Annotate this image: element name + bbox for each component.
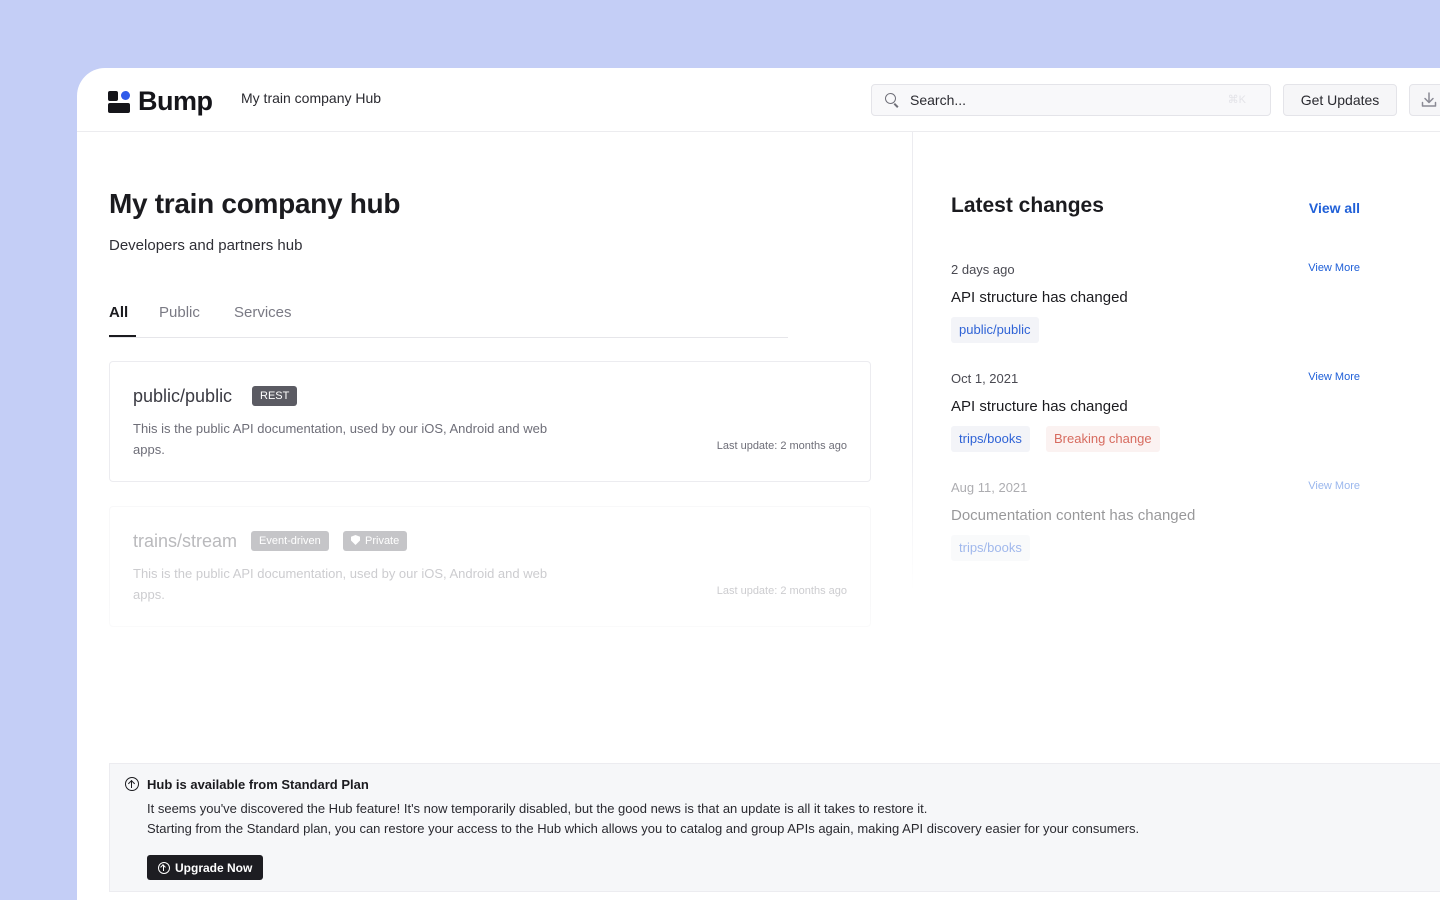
- tab-services[interactable]: Services: [234, 304, 292, 321]
- banner-title: Hub is available from Standard Plan: [147, 777, 369, 792]
- change-date: 2 days ago: [951, 262, 1015, 277]
- change-date: Oct 1, 2021: [951, 371, 1019, 386]
- search-icon: [884, 92, 900, 108]
- api-last-update: Last update: 2 months ago: [716, 585, 847, 597]
- get-updates-button[interactable]: Get Updates: [1283, 84, 1397, 116]
- hub-window: Bump My train company Hub ⌘K Get Updates…: [77, 68, 1440, 900]
- change-item: Oct 1, 2021 View More API structure has …: [951, 371, 1361, 471]
- change-date: Aug 11, 2021: [951, 480, 1028, 495]
- search-shortcut: ⌘K: [1227, 94, 1246, 106]
- breaking-change-tag: Breaking change: [1046, 426, 1160, 452]
- banner-message: It seems you've discovered the Hub featu…: [147, 801, 928, 816]
- api-name: trains/stream: [133, 531, 238, 551]
- top-bar: Bump My train company Hub ⌘K Get Updates: [77, 68, 1440, 132]
- change-title: API structure has changed: [951, 289, 1128, 306]
- arrow-up-circle-icon: [125, 777, 139, 791]
- shield-icon: [351, 535, 360, 545]
- event-driven-badge: Event-driven: [251, 531, 329, 551]
- upgrade-now-label: Upgrade Now: [175, 860, 253, 875]
- change-title: API structure has changed: [951, 398, 1128, 415]
- upgrade-now-button[interactable]: Upgrade Now: [147, 855, 264, 880]
- arrow-up-circle-icon: [158, 861, 170, 874]
- view-more-link[interactable]: View More: [1308, 480, 1360, 492]
- view-more-link[interactable]: View More: [1308, 262, 1360, 274]
- latest-changes-title: Latest changes: [951, 194, 1104, 217]
- upgrade-banner: Hub is available from Standard Plan It s…: [109, 763, 1440, 892]
- rest-badge: REST: [252, 386, 298, 406]
- banner-message: Starting from the Standard plan, you can…: [147, 821, 1140, 836]
- download-icon: [1421, 92, 1437, 107]
- search-box[interactable]: ⌘K: [871, 84, 1271, 116]
- api-description: This is the public API documentation, us…: [133, 421, 548, 457]
- api-tag[interactable]: public/public: [951, 317, 1039, 343]
- api-last-update: Last update: 2 months ago: [716, 440, 847, 452]
- bump-logo-icon: [108, 90, 132, 113]
- api-tag[interactable]: trips/books: [951, 426, 1030, 452]
- view-more-link[interactable]: View More: [1308, 371, 1360, 383]
- change-title: Documentation content has changed: [951, 507, 1196, 524]
- tab-public[interactable]: Public: [159, 304, 200, 321]
- page-subtitle: Developers and partners hub: [109, 237, 303, 254]
- download-button[interactable]: [1409, 84, 1440, 116]
- search-input[interactable]: [910, 92, 1210, 108]
- change-item: Aug 11, 2021 View More Documentation con…: [951, 480, 1361, 580]
- brand-name: Bump: [138, 86, 213, 116]
- api-card[interactable]: public/public REST This is the public AP…: [109, 361, 871, 482]
- list-fade: [109, 598, 909, 688]
- private-badge: Private: [343, 531, 408, 551]
- bump-logo[interactable]: Bump: [108, 86, 213, 117]
- active-tab-indicator: [109, 335, 136, 337]
- tab-all[interactable]: All: [109, 304, 128, 321]
- api-name: public/public: [133, 386, 233, 406]
- api-tag[interactable]: trips/books: [951, 535, 1030, 561]
- change-item: 2 days ago View More API structure has c…: [951, 262, 1361, 362]
- page-title: My train company hub: [109, 188, 401, 219]
- hub-tabs: All Public Services: [109, 304, 788, 338]
- column-divider: [912, 132, 913, 592]
- view-all-link[interactable]: View all: [1309, 200, 1360, 216]
- hub-name[interactable]: My train company Hub: [241, 90, 381, 106]
